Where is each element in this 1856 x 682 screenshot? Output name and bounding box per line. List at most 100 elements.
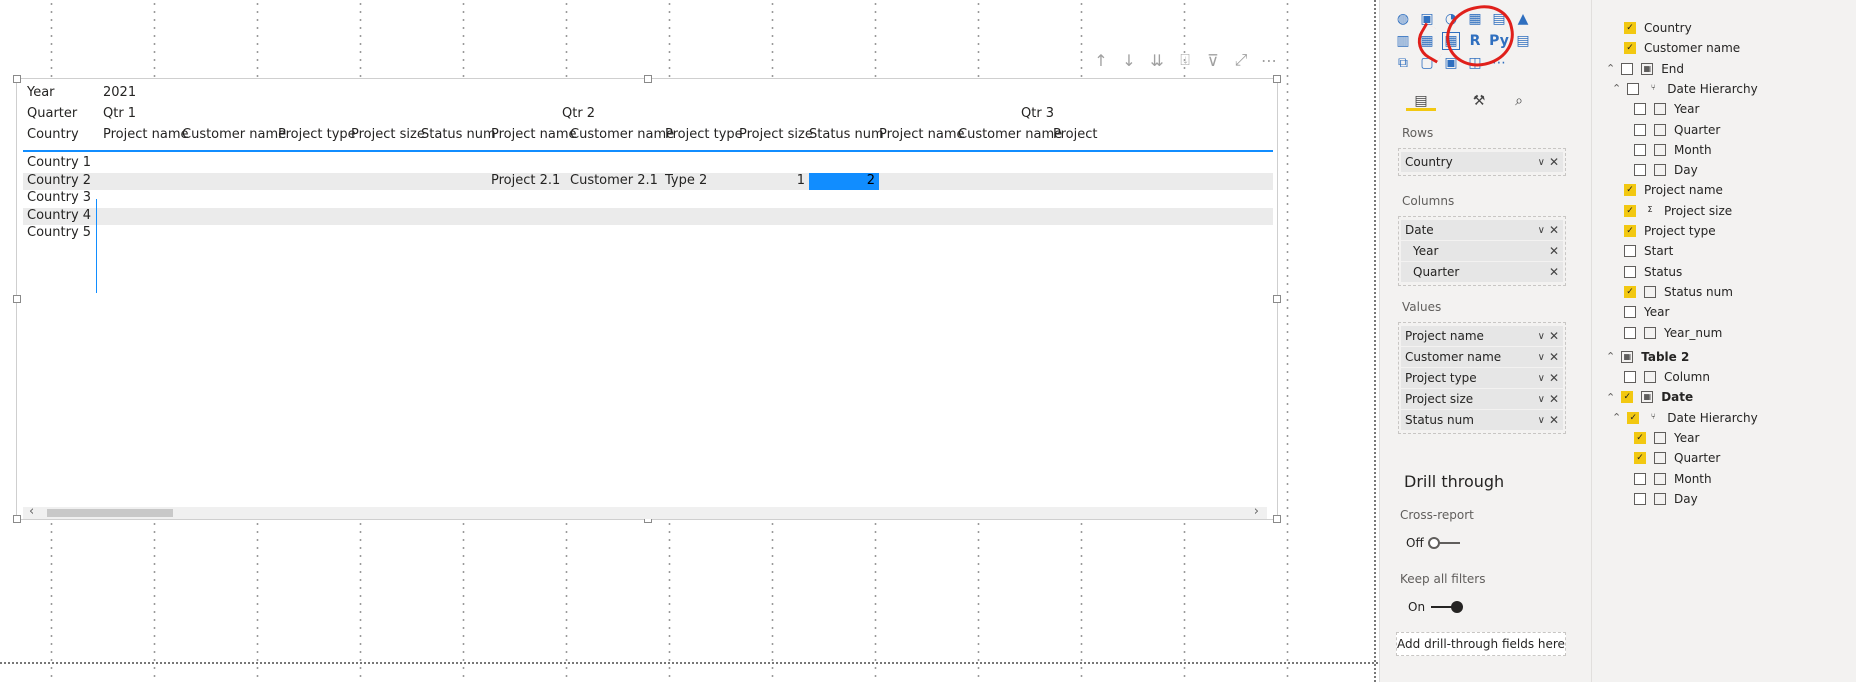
remove-field-icon[interactable]: ✕ [1549,244,1559,258]
field-checkbox[interactable] [1634,164,1646,177]
table-cell[interactable]: Type 2 [665,173,707,188]
field-item[interactable]: ✓ Year [1634,428,1699,448]
column-group-header[interactable]: 2021 [103,85,136,100]
focus-mode-icon[interactable]: ⤢ [1233,50,1249,70]
scrollbar-thumb[interactable] [47,509,173,517]
field-checkbox[interactable] [1624,265,1636,278]
remove-field-icon[interactable]: ✕ [1549,329,1559,343]
field-item[interactable]: ⌃ ✓ ▦ Date [1606,387,1693,407]
row-header[interactable]: Country 1 [27,155,91,170]
remove-field-icon[interactable]: ✕ [1549,413,1559,427]
field-item[interactable]: ⌃ ✓ ⑂ Date Hierarchy [1612,408,1758,428]
kpi-icon[interactable]: ▲ [1514,10,1532,28]
collapse-icon[interactable]: ⌃ [1606,62,1615,75]
field-checkbox[interactable] [1634,103,1646,116]
field-checkbox[interactable] [1634,492,1646,505]
resize-handle[interactable] [1273,295,1281,303]
field-item[interactable]: ✓ Quarter [1634,448,1720,468]
field-checkbox[interactable] [1621,62,1634,75]
column-header[interactable]: Customer name [182,127,286,142]
field-checkbox[interactable] [1634,143,1646,156]
chevron-down-icon[interactable]: ∨ [1538,415,1545,426]
cross-report-toggle[interactable]: Off [1406,536,1460,550]
column-header[interactable]: Project name [879,127,964,142]
field-pill[interactable]: Country ∨ ✕ [1401,152,1563,172]
field-pill[interactable]: Project type ∨ ✕ [1401,368,1563,388]
table-row[interactable]: Country 2 Project 2.1 Customer 2.1 Type 2 12 [23,172,1273,190]
more-options-icon[interactable]: ⋯ [1261,51,1277,70]
column-header[interactable]: Customer name [570,127,674,142]
field-item[interactable]: Month [1634,469,1712,489]
field-item[interactable]: Day [1634,160,1698,180]
field-checkbox[interactable] [1624,245,1636,258]
field-item[interactable]: Year_num [1624,323,1722,343]
field-checkbox[interactable]: ✓ [1634,432,1646,444]
field-pill[interactable]: Project name ∨ ✕ [1401,326,1563,346]
expand-hierarchy-icon[interactable]: ⍗ [1177,50,1193,70]
field-pill[interactable]: Customer name ∨ ✕ [1401,347,1563,367]
remove-field-icon[interactable]: ✕ [1549,392,1559,406]
table-cell[interactable]: Project 2.1 [491,173,560,188]
remove-field-icon[interactable]: ✕ [1549,371,1559,385]
field-item[interactable]: Year [1624,302,1669,322]
remove-field-icon[interactable]: ✕ [1549,265,1559,279]
field-pill[interactable]: Project size ∨ ✕ [1401,389,1563,409]
column-group-header[interactable]: Qtr 1 [103,106,136,121]
horizontal-scrollbar[interactable]: ‹ › [23,504,1267,519]
table-row[interactable]: Country 1 [23,155,1273,172]
row-header[interactable]: Country 3 [27,190,91,205]
row-header[interactable]: Country 5 [27,225,91,240]
field-checkbox[interactable]: ✓ [1624,22,1636,34]
table-cell[interactable]: 1 [739,173,805,188]
field-checkbox[interactable]: ✓ [1624,285,1636,298]
resize-handle[interactable] [1273,75,1281,83]
scroll-left-icon[interactable]: ‹ [29,504,34,519]
field-item[interactable]: Day [1634,489,1698,509]
chevron-down-icon[interactable]: ∨ [1538,331,1545,342]
field-item[interactable]: Start [1624,241,1673,261]
drill-up-icon[interactable]: ↑ [1093,51,1109,70]
filter-icon[interactable]: ⊽ [1205,51,1221,70]
field-item[interactable]: ⌃ ▦ Table 2 [1606,347,1689,367]
row-header[interactable]: Country 4 [27,208,91,223]
column-header[interactable]: Project size [739,127,813,142]
field-item[interactable]: ⌃ ▦ End [1606,59,1684,79]
columns-well[interactable]: Date ∨ ✕ Year ✕ Quarter ✕ [1398,216,1566,286]
format-tab-icon[interactable]: ⚒ [1470,92,1488,110]
chevron-down-icon[interactable]: ∨ [1538,352,1545,363]
table-cell[interactable]: Customer 2.1 [570,173,658,188]
selected-cell[interactable]: 2 [809,172,879,190]
resize-handle[interactable] [1273,515,1281,523]
field-pill[interactable]: Year ✕ [1401,241,1563,261]
field-item[interactable]: Status [1624,262,1682,282]
field-checkbox[interactable] [1634,472,1646,485]
key-influencers-icon[interactable]: ▤ [1514,32,1532,50]
field-checkbox[interactable] [1634,123,1646,136]
chevron-down-icon[interactable]: ∨ [1538,157,1545,168]
column-group-header[interactable]: Qtr 3 [1021,106,1054,121]
column-header[interactable]: Customer name [958,127,1062,142]
column-header[interactable]: Project type [278,127,356,142]
row-header[interactable]: Country 2 [27,173,91,188]
column-group-header[interactable]: Qtr 2 [562,106,595,121]
drill-down-icon[interactable]: ↓ [1121,51,1137,70]
table-row[interactable]: Country 4 [23,207,1273,225]
resize-handle[interactable] [13,295,21,303]
field-checkbox[interactable]: ✓ [1621,391,1634,404]
analytics-tab-icon[interactable]: ⌕ [1510,92,1528,110]
collapse-icon[interactable]: ⌃ [1606,350,1615,363]
column-header[interactable]: Status num [809,127,884,142]
resize-handle[interactable] [13,75,21,83]
chevron-down-icon[interactable]: ∨ [1538,373,1545,384]
field-item[interactable]: ✓ Status num [1624,282,1733,302]
table-row[interactable]: Country 5 [23,225,1273,242]
column-header[interactable]: Project name [103,127,188,142]
field-pill[interactable]: Status num ∨ ✕ [1401,410,1563,430]
values-well[interactable]: Project name ∨ ✕ Customer name ∨ ✕ Project typ… [1398,322,1566,434]
field-checkbox[interactable]: ✓ [1624,184,1636,197]
field-item[interactable]: Year [1634,99,1699,119]
slicer-icon[interactable]: ▥ [1394,32,1412,50]
column-header[interactable]: Project size [351,127,425,142]
collapse-icon[interactable]: ⌃ [1606,391,1615,404]
chevron-down-icon[interactable]: ∨ [1538,394,1545,405]
